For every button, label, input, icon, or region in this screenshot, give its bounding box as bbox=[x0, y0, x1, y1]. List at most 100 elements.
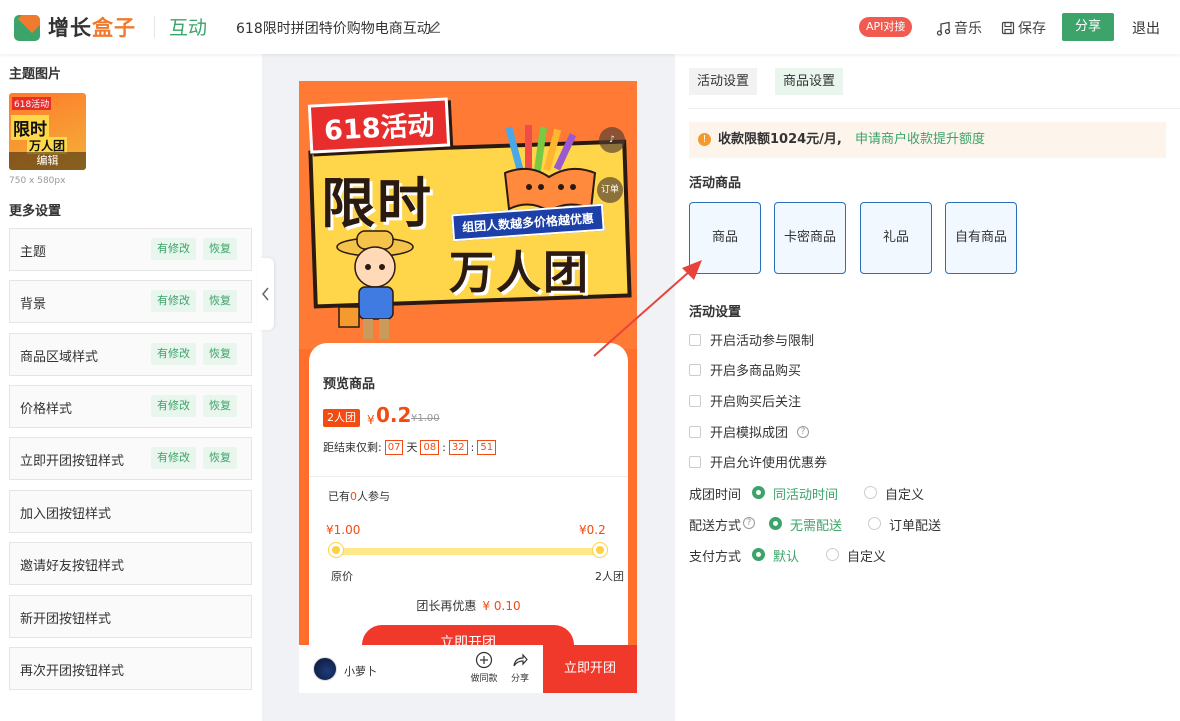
order-fab[interactable]: 订单 bbox=[597, 177, 623, 203]
section-name: 互动 bbox=[169, 17, 208, 39]
music-label: 音乐 bbox=[954, 21, 982, 37]
radio-no-delivery[interactable] bbox=[769, 517, 782, 530]
quota-notice: ! 收款限额1024元/月, 申请商户收款提升额度 bbox=[689, 122, 1166, 158]
restore-button[interactable]: 恢复 bbox=[203, 290, 237, 312]
logo-text-a: 增长 bbox=[48, 16, 92, 40]
avatar bbox=[313, 657, 337, 681]
radio-payment-custom[interactable] bbox=[826, 548, 839, 561]
help-icon[interactable]: ? bbox=[743, 517, 755, 529]
checkbox-label: 开启模拟成团 bbox=[710, 426, 789, 441]
notice-text: 收款限额1024元/月, bbox=[718, 132, 842, 147]
checkbox-follow-after-purchase[interactable]: 开启购买后关注 bbox=[689, 391, 801, 410]
radio-same-as-activity[interactable] bbox=[752, 486, 765, 499]
kid-illustration bbox=[336, 230, 414, 339]
checkbox-box[interactable] bbox=[689, 455, 701, 468]
joined-count: 已有0人参与 bbox=[328, 488, 390, 504]
divider bbox=[154, 16, 155, 38]
music-button[interactable]: 音乐 bbox=[936, 18, 982, 38]
collapse-panel-button[interactable] bbox=[258, 258, 274, 330]
warning-icon: ! bbox=[698, 133, 711, 146]
setting-label: 背景 bbox=[20, 297, 47, 312]
label-right: 2人团 bbox=[595, 570, 624, 583]
music-fab-icon[interactable]: ♪ bbox=[599, 127, 625, 153]
checkbox-allow-coupons[interactable]: 开启允许使用优惠券 bbox=[689, 452, 827, 471]
modified-tag: 有修改 bbox=[151, 343, 196, 365]
tab-goods-settings[interactable]: 商品设置 bbox=[775, 68, 844, 95]
label-left: 原价 bbox=[331, 570, 353, 583]
raise-quota-link[interactable]: 申请商户收款提升额度 bbox=[855, 122, 985, 158]
preview-bottom-bar: 小萝卜 做同款 分享 立即开团 bbox=[299, 645, 637, 693]
countdown-label: 距结束仅剩: bbox=[323, 441, 382, 454]
setting-label: 立即开团按钮样式 bbox=[20, 454, 125, 469]
setting-label: 主题 bbox=[20, 245, 47, 260]
help-icon[interactable]: ? bbox=[797, 425, 810, 438]
checkbox-box[interactable] bbox=[689, 394, 701, 407]
share-icon-button[interactable]: 分享 bbox=[505, 651, 535, 684]
radio-label[interactable]: 订单配送 bbox=[889, 515, 941, 534]
checkbox-simulated-group[interactable]: 开启模拟成团? bbox=[689, 422, 810, 441]
setting-item-theme[interactable]: 主题 有修改 恢复 bbox=[9, 228, 252, 271]
checkbox-label: 开启活动参与限制 bbox=[710, 334, 815, 349]
setting-item-join-group-button-style[interactable]: 加入团按钮样式 bbox=[9, 490, 252, 533]
make-same-label: 做同款 bbox=[470, 674, 498, 684]
setting-item-goods-area-style[interactable]: 商品区域样式 有修改 恢复 bbox=[9, 333, 252, 376]
group-size-tag: 2人团 bbox=[323, 409, 360, 427]
setting-item-reopen-group-button-style[interactable]: 再次开团按钮样式 bbox=[9, 647, 252, 690]
theme-image-thumbnail[interactable]: 618活动 限时 万人团 编辑 bbox=[9, 93, 86, 170]
radio-label[interactable]: 默认 bbox=[773, 546, 799, 565]
checkbox-box[interactable] bbox=[689, 363, 701, 376]
restore-button[interactable]: 恢复 bbox=[203, 395, 237, 417]
goods-type-gift[interactable]: 礼品 bbox=[860, 202, 932, 274]
modified-tag: 有修改 bbox=[151, 395, 196, 417]
checkbox-multi-product[interactable]: 开启多商品购买 bbox=[689, 360, 801, 379]
share-icon bbox=[513, 653, 528, 667]
countdown-day-unit: 天 bbox=[406, 441, 418, 454]
countdown-minutes: 32 bbox=[448, 439, 468, 455]
setting-item-background[interactable]: 背景 有修改 恢复 bbox=[9, 280, 252, 323]
exit-button[interactable]: 退出 bbox=[1132, 18, 1160, 38]
setting-label: 新开团按钮样式 bbox=[20, 612, 112, 627]
logo-text: 增长盒子 bbox=[48, 12, 136, 42]
goods-type-card-key[interactable]: 卡密商品 bbox=[774, 202, 846, 274]
banner-tag: 618活动 bbox=[307, 97, 451, 154]
restore-button[interactable]: 恢复 bbox=[203, 447, 237, 469]
joined-number: 0 bbox=[350, 490, 357, 503]
radio-label[interactable]: 无需配送 bbox=[790, 515, 842, 534]
bottom-start-group-button[interactable]: 立即开团 bbox=[543, 645, 637, 693]
setting-item-invite-button-style[interactable]: 邀请好友按钮样式 bbox=[9, 542, 252, 585]
save-label: 保存 bbox=[1018, 21, 1046, 37]
setting-item-start-group-button-style[interactable]: 立即开团按钮样式 有修改 恢复 bbox=[9, 437, 252, 480]
save-button[interactable]: 保存 bbox=[1001, 18, 1046, 38]
shop-name: 小萝卜 bbox=[344, 665, 377, 678]
edit-icon[interactable] bbox=[428, 19, 442, 33]
modified-tag: 有修改 bbox=[151, 447, 196, 469]
countdown-days: 07 bbox=[384, 439, 404, 455]
countdown-seconds: 51 bbox=[477, 439, 497, 455]
tab-activity-settings[interactable]: 活动设置 bbox=[689, 68, 758, 95]
radio-order-delivery[interactable] bbox=[868, 517, 881, 530]
thumb-edit-label[interactable]: 编辑 bbox=[9, 152, 86, 170]
logo-text-b: 盒子 bbox=[92, 16, 136, 40]
radio-label[interactable]: 自定义 bbox=[847, 546, 886, 565]
make-same-button[interactable]: 做同款 bbox=[469, 651, 499, 684]
radio-custom-time[interactable] bbox=[864, 486, 877, 499]
api-badge[interactable]: API对接 bbox=[859, 17, 913, 37]
restore-button[interactable]: 恢复 bbox=[203, 343, 237, 365]
checkbox-label: 开启允许使用优惠券 bbox=[710, 456, 828, 471]
share-button[interactable]: 分享 bbox=[1062, 13, 1114, 41]
price-progress-track bbox=[336, 548, 600, 555]
setting-item-price-style[interactable]: 价格样式 有修改 恢复 bbox=[9, 385, 252, 428]
setting-label: 价格样式 bbox=[20, 402, 73, 417]
chevron-left-icon bbox=[262, 287, 269, 301]
restore-button[interactable]: 恢复 bbox=[203, 238, 237, 260]
setting-item-new-group-button-style[interactable]: 新开团按钮样式 bbox=[9, 595, 252, 638]
setting-label: 商品区域样式 bbox=[20, 350, 99, 365]
radio-label[interactable]: 自定义 bbox=[885, 484, 924, 503]
countdown: 距结束仅剩: 07 天 08: 32: 51 bbox=[323, 439, 497, 455]
radio-label[interactable]: 同活动时间 bbox=[773, 484, 838, 503]
phone-preview: 618活动 限时 组团人数越多价格越优惠 万人团 ♪ 订单 预览商品 2人团 ¥… bbox=[299, 81, 637, 693]
checkbox-box[interactable] bbox=[689, 425, 701, 438]
goods-type-own-product[interactable]: 自有商品 bbox=[945, 202, 1017, 274]
share-icon-label: 分享 bbox=[510, 674, 529, 684]
radio-payment-default[interactable] bbox=[752, 548, 765, 561]
